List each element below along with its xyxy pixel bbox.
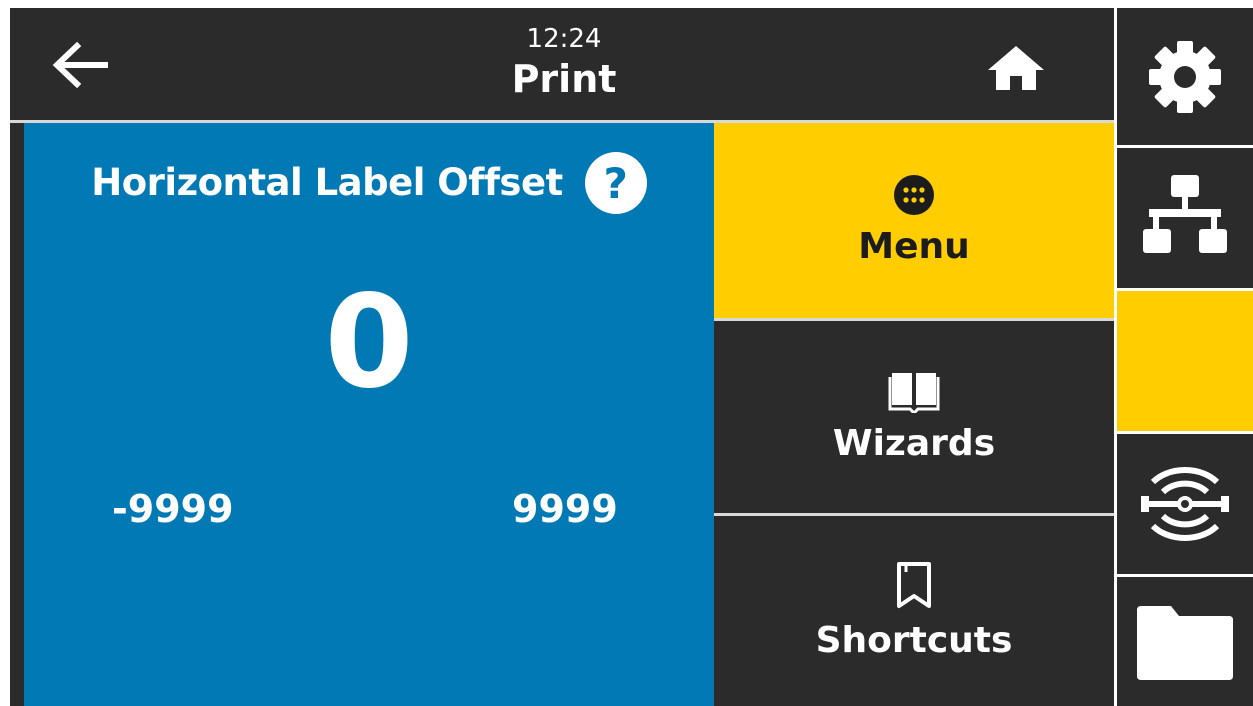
rfid-nav-button[interactable] [1117,434,1253,574]
setting-value[interactable]: 0 [24,273,714,413]
book-icon [888,373,940,413]
rfid-icon [1141,467,1229,541]
side-nav [1114,8,1253,706]
menu-column: Menu Wizards Shortcuts [714,123,1114,706]
wizards-button[interactable]: Wizards [714,321,1114,513]
network-nav-button[interactable] [1117,148,1253,288]
files-nav-button[interactable] [1117,577,1253,706]
shortcuts-button[interactable]: Shortcuts [714,516,1114,706]
setting-panel: Horizontal Label Offset ? 0 -9999 9999 [24,123,714,706]
print-nav-button[interactable] [1117,291,1253,431]
help-button[interactable]: ? [584,152,647,214]
menu-button[interactable]: Menu [714,123,1114,318]
bookmark-icon [897,562,931,608]
page-title: Print [511,57,617,101]
menu-button-label: Menu [858,225,970,267]
help-icon: ? [603,158,628,208]
folder-icon [1137,605,1233,680]
max-value-label: 9999 [512,487,618,531]
network-icon [1143,175,1227,253]
header-bar: 12:24 Print [10,8,1114,120]
settings-nav-button[interactable] [1117,8,1253,145]
gear-icon [1149,40,1221,113]
menu-dots-icon [894,174,934,215]
setting-title-row: Horizontal Label Offset ? [24,152,714,214]
min-value-label: -9999 [112,487,234,531]
wizards-button-label: Wizards [832,423,996,464]
clock-time: 12:24 [526,24,602,54]
setting-title: Horizontal Label Offset [91,161,563,204]
shortcuts-button-label: Shortcuts [815,620,1013,661]
home-button[interactable] [978,36,1054,100]
printer-display: 12:24 Print Horizontal Label Offset ? 0 … [10,8,1253,706]
home-icon [988,46,1044,90]
